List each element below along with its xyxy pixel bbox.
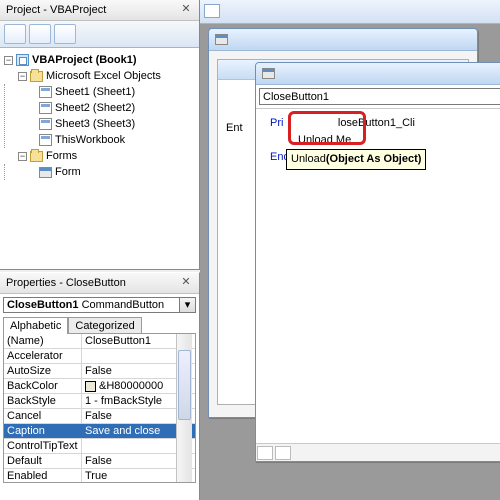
properties-titlebar[interactable]: Properties - CloseButton ✕	[0, 273, 199, 294]
property-row[interactable]: BackStyle1 - fmBackStyle	[4, 394, 195, 409]
mdi-toolbar	[200, 0, 500, 24]
project-icon	[16, 54, 29, 66]
code-editor[interactable]: Private Sub CloseButton1_Cli Unload Me E…	[256, 109, 500, 443]
property-name: ControlTipText	[4, 439, 82, 453]
properties-panel: Properties - CloseButton ✕ CloseButton1 …	[0, 272, 200, 500]
form-window-titlebar[interactable]	[209, 29, 477, 51]
object-type: CommandButton	[82, 299, 165, 311]
property-row[interactable]: BackColor&H80000000	[4, 379, 195, 394]
property-row[interactable]: AutoSizeFalse	[4, 364, 195, 379]
property-row[interactable]: Accelerator	[4, 349, 195, 364]
mdi-client-area: Form Ent _ CloseButton1 ▾ Private Sub Cl…	[200, 0, 500, 500]
close-icon[interactable]: ✕	[179, 3, 193, 17]
project-root[interactable]: VBAProject (Book1)	[32, 52, 137, 68]
property-row[interactable]: CaptionSave and close	[4, 424, 195, 439]
property-name: Cancel	[4, 409, 82, 423]
procedure-view-button[interactable]	[257, 446, 273, 460]
code-icon	[262, 68, 275, 79]
properties-tabs: Alphabetic Categorized	[3, 316, 196, 333]
property-name: (Name)	[4, 334, 82, 348]
collapse-icon[interactable]: −	[4, 56, 13, 65]
object-name: CloseButton1	[7, 299, 79, 311]
property-row[interactable]: (Name)CloseButton1	[4, 334, 195, 349]
project-tree[interactable]: − VBAProject (Book1) − Microsoft Excel O…	[0, 48, 199, 184]
tree-folder-excel-objects[interactable]: Microsoft Excel Objects	[46, 68, 161, 84]
collapse-icon[interactable]: −	[18, 72, 27, 81]
tooltip-method: Unload	[291, 153, 326, 165]
worksheet-icon	[39, 86, 52, 98]
tab-alphabetic[interactable]: Alphabetic	[3, 317, 68, 334]
project-explorer-panel: Project - VBAProject ✕ − VBAProject (Boo…	[0, 0, 200, 270]
property-name: Accelerator	[4, 349, 82, 363]
property-name: BackColor	[4, 379, 82, 393]
properties-title: Properties - CloseButton	[6, 277, 126, 289]
worksheet-icon	[39, 102, 52, 114]
tree-item-sheet[interactable]: Sheet3 (Sheet3)	[55, 116, 135, 132]
tooltip-params: (Object As Object)	[326, 153, 422, 165]
tree-folder-forms[interactable]: Forms	[46, 148, 77, 164]
property-row[interactable]: DefaultFalse	[4, 454, 195, 469]
userform-icon	[215, 34, 228, 45]
dropdown-icon[interactable]: ▾	[180, 297, 196, 313]
properties-grid[interactable]: (Name)CloseButton1AcceleratorAutoSizeFal…	[3, 333, 196, 483]
intellisense-tooltip: Unload(Object As Object)	[286, 149, 426, 170]
folder-icon	[30, 151, 43, 162]
object-combo-value: CloseButton1	[263, 91, 329, 103]
workbook-icon	[39, 134, 52, 146]
full-module-view-button[interactable]	[275, 446, 291, 460]
code-keyword: Pri	[270, 117, 283, 129]
truncated-label: Ent	[226, 122, 243, 134]
object-selector[interactable]: CloseButton1 CommandButton ▾	[3, 297, 196, 313]
folder-icon	[30, 71, 43, 82]
property-name: BackStyle	[4, 394, 82, 408]
worksheet-icon	[39, 118, 52, 130]
mdi-icon	[204, 4, 220, 18]
property-name: Default	[4, 454, 82, 468]
userform-icon	[39, 167, 52, 178]
collapse-icon[interactable]: −	[18, 152, 27, 161]
code-window-titlebar[interactable]: _	[256, 63, 500, 85]
code-window[interactable]: _ CloseButton1 ▾ Private Sub CloseButton…	[255, 62, 500, 462]
tree-item-sheet[interactable]: Sheet2 (Sheet2)	[55, 100, 135, 116]
tree-item-form[interactable]: Form	[55, 164, 81, 180]
project-explorer-titlebar[interactable]: Project - VBAProject ✕	[0, 0, 199, 21]
code-window-footer	[256, 443, 500, 461]
scrollbar[interactable]	[176, 334, 192, 482]
property-name: Caption	[4, 424, 82, 438]
close-icon[interactable]: ✕	[179, 276, 193, 290]
property-row[interactable]: EnabledTrue	[4, 469, 195, 483]
property-name: Enabled	[4, 469, 82, 483]
property-name: AutoSize	[4, 364, 82, 378]
tree-item-workbook[interactable]: ThisWorkbook	[55, 132, 125, 148]
project-explorer-title: Project - VBAProject	[6, 4, 106, 16]
tab-categorized[interactable]: Categorized	[68, 317, 141, 334]
color-swatch	[85, 381, 96, 392]
view-code-button[interactable]	[4, 24, 26, 44]
view-object-button[interactable]	[29, 24, 51, 44]
property-row[interactable]: ControlTipText	[4, 439, 195, 454]
tree-item-sheet[interactable]: Sheet1 (Sheet1)	[55, 84, 135, 100]
toggle-folders-button[interactable]	[54, 24, 76, 44]
project-toolbar	[0, 21, 199, 48]
object-combo[interactable]: CloseButton1 ▾	[259, 88, 500, 105]
property-row[interactable]: CancelFalse	[4, 409, 195, 424]
scrollbar-thumb[interactable]	[178, 350, 191, 420]
annotation-highlight	[288, 111, 366, 145]
